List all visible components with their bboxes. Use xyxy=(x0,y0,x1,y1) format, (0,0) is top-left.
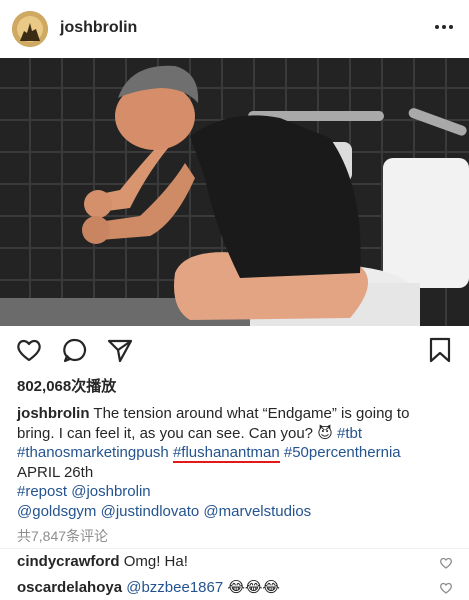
caption-text-1: The tension around what “Endgame” is goi… xyxy=(93,405,410,422)
caption-text-2: bring. I can feel it, as you can see. Ca… xyxy=(17,424,314,442)
hashtag-flush[interactable]: #flushanantman xyxy=(172,444,280,463)
caption-username[interactable]: joshbrolin xyxy=(17,405,90,422)
mention-joshbrolin[interactable]: @joshbrolin xyxy=(71,483,150,500)
comment-like-heart-icon[interactable] xyxy=(439,556,453,570)
post-photo[interactable] xyxy=(0,58,469,326)
bookmark-icon[interactable] xyxy=(426,336,454,364)
comment-text: Omg! Ha! xyxy=(123,553,188,570)
divider xyxy=(0,548,469,549)
comment-icon[interactable] xyxy=(61,336,89,364)
share-send-icon[interactable] xyxy=(106,336,134,364)
comment-like-heart-icon[interactable] xyxy=(439,581,453,595)
caption-text-4: APRIL 26th xyxy=(17,463,94,481)
post-username[interactable]: joshbrolin xyxy=(60,19,137,37)
comment-item: oscardelahoya @bzzbee1867 😂😂😂 xyxy=(17,578,280,596)
post-header: joshbrolin xyxy=(0,0,469,58)
comment-item: cindycrawford Omg! Ha! xyxy=(17,553,188,570)
hashtag-repost[interactable]: #repost xyxy=(17,483,67,500)
laughing-emoji: 😂😂😂 xyxy=(227,579,280,596)
hashtag-tbt[interactable]: #tbt xyxy=(337,425,362,442)
post-caption: joshbrolin The tension around what “Endg… xyxy=(17,404,457,521)
hashtag-thanos[interactable]: #thanosmarketingpush xyxy=(17,444,169,461)
devil-emoji: 😈 xyxy=(317,424,333,442)
like-heart-icon[interactable] xyxy=(15,336,43,364)
hashtag-50percent[interactable]: #50percenthernia xyxy=(284,444,401,461)
action-bar xyxy=(0,326,469,374)
view-comments-link[interactable]: 共7,847条评论 xyxy=(17,526,108,546)
play-count: 802,068次播放 xyxy=(17,378,117,395)
mention-justindlovato[interactable]: @justindlovato xyxy=(101,503,200,520)
comment-username[interactable]: oscardelahoya xyxy=(17,579,122,596)
comment-mention[interactable]: @bzzbee1867 xyxy=(126,579,223,596)
mention-marvelstudios[interactable]: @marvelstudios xyxy=(203,503,311,520)
avatar[interactable] xyxy=(12,11,48,47)
more-options-icon[interactable] xyxy=(433,16,455,38)
mention-goldsgym[interactable]: @goldsgym xyxy=(17,503,96,520)
comment-username[interactable]: cindycrawford xyxy=(17,553,120,570)
